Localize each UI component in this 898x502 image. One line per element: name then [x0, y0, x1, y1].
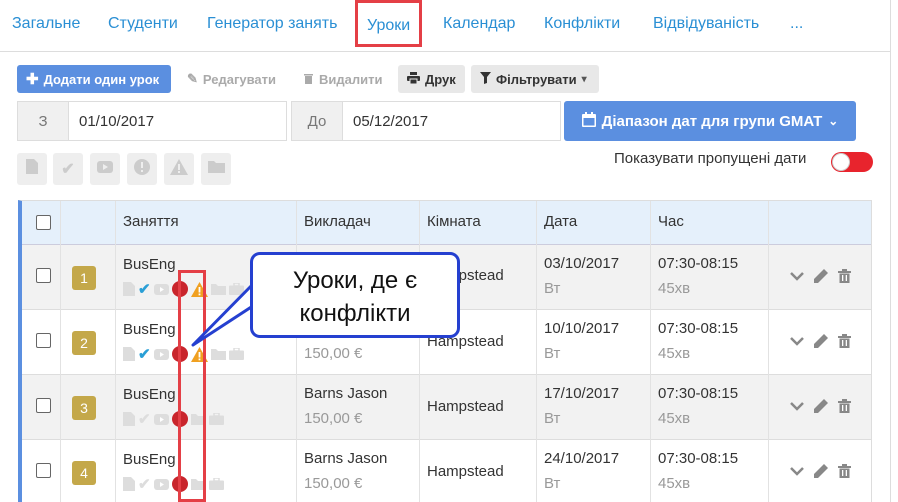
callout-line-2: конфлікти	[299, 300, 411, 327]
conflict-callout: Уроки, де є конфлікти	[250, 252, 460, 338]
callout-pointer	[191, 280, 264, 347]
callout-line-1: Уроки, де є	[292, 267, 418, 294]
